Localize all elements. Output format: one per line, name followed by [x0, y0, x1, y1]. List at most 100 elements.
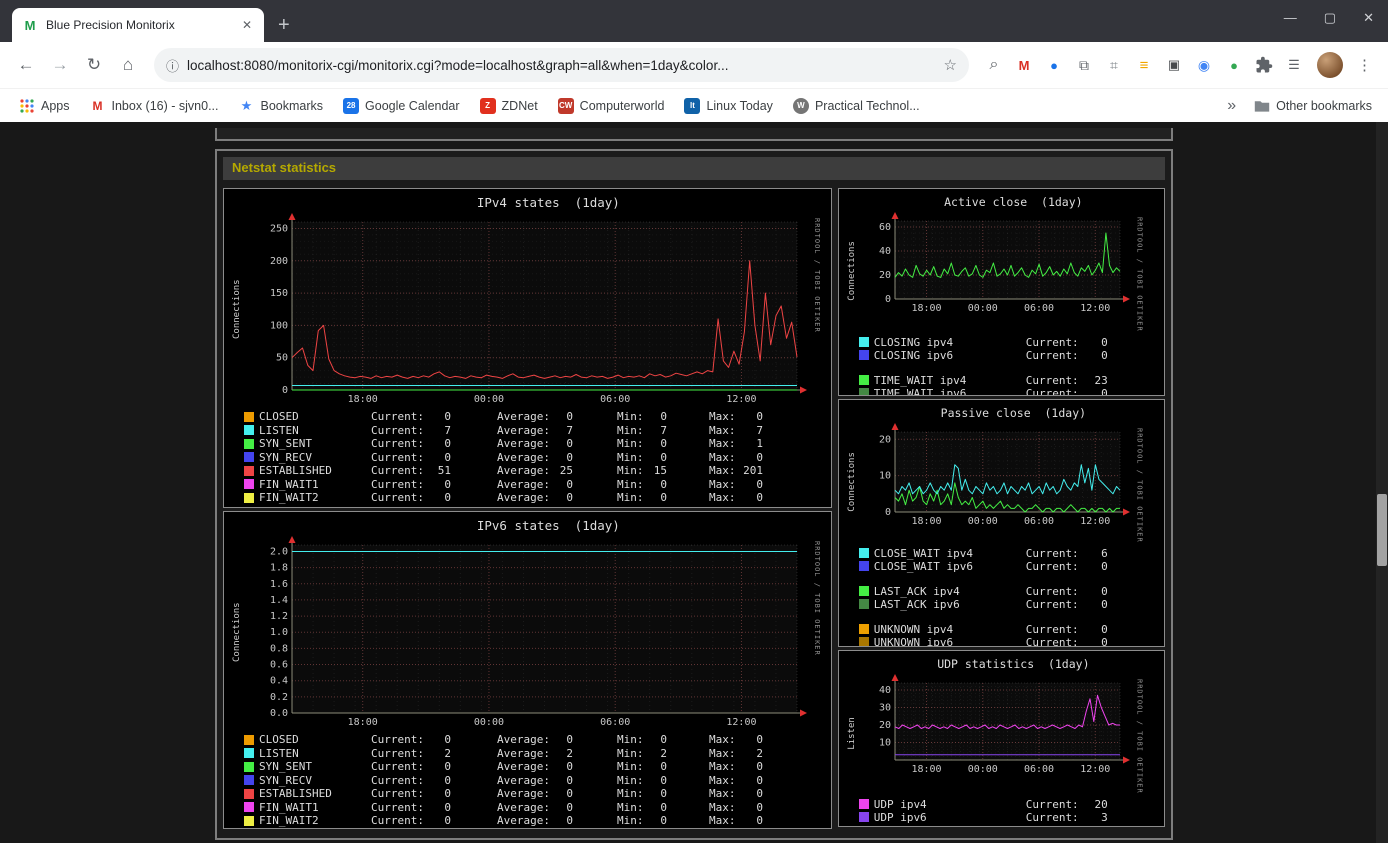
reload-button[interactable]: ↻: [78, 49, 110, 81]
bookmark-computerworld[interactable]: CW Computerworld: [549, 95, 674, 117]
legend-swatch: [858, 561, 869, 572]
legend-swatch: [244, 788, 254, 799]
bookmark-zdnet[interactable]: Z ZDNet: [471, 95, 547, 117]
svg-text:00:00: 00:00: [474, 394, 504, 405]
legend-stat-label: Max:: [709, 410, 736, 424]
svg-text:40: 40: [879, 685, 891, 696]
profile-avatar[interactable]: [1317, 52, 1343, 78]
graph-legend: CLOSED Current: 0 Average: 0 Min: 0 Max: 0 LISTEN…: [244, 733, 831, 828]
legend-stat-label: Min:: [617, 746, 644, 760]
svg-text:40: 40: [879, 246, 891, 257]
copy-icon[interactable]: ⧉: [1073, 54, 1095, 76]
svg-text:0.8: 0.8: [270, 643, 288, 654]
legend-stat-label: Max:: [709, 733, 736, 747]
legend-row-fin-wait1: FIN_WAIT1 Current: 0 Average: 0 Min: 0 Max: 0: [244, 801, 831, 815]
screenshot-icon[interactable]: ▣: [1163, 54, 1185, 76]
close-window-button[interactable]: ✕: [1363, 10, 1374, 26]
section-title: Netstat statistics: [223, 157, 1165, 180]
graph-legend: CLOSED Current: 0 Average: 0 Min: 0 Max: 0 LISTEN…: [244, 410, 831, 505]
legend-stat-value: 0: [444, 477, 451, 491]
legend-swatch: [244, 452, 254, 463]
graph-ipv6-states[interactable]: IPv6 states (1day) Connections 18:00 00:00 0…: [223, 511, 832, 829]
bookmark-label: ZDNet: [501, 98, 538, 113]
legend-stat-value: 0: [566, 814, 573, 828]
browser-toolbar: ← → ↻ ⌂ ⓘ localhost:8080/monitorix-cgi/m…: [0, 42, 1388, 88]
graph-active-close[interactable]: Active close (1day) Connections 18:00 00:00…: [837, 188, 1165, 396]
legend-swatch: [858, 799, 869, 810]
zdnet-icon: Z: [479, 97, 496, 114]
bookmark-gmail[interactable]: M Inbox (16) - sjvn0...: [81, 95, 228, 117]
browser-menu-icon[interactable]: ⋮: [1351, 56, 1378, 74]
svg-text:12:00: 12:00: [1080, 303, 1110, 314]
grid-icon[interactable]: ⌗: [1103, 54, 1125, 76]
legend-series-name: SYN_SENT: [259, 760, 312, 774]
legend-stat-label: Current:: [371, 491, 424, 505]
legend-row-unknown-ipv6: UNKNOWN ipv6 Current: 0: [858, 635, 1164, 647]
y-axis-label: Listen: [846, 717, 857, 750]
svg-text:100: 100: [270, 320, 288, 331]
legend-stat-label: Current:: [1025, 635, 1079, 647]
bookmark-linux-today[interactable]: lt Linux Today: [675, 95, 782, 117]
legend-stat-value: 0: [660, 800, 667, 814]
bookmarks-overflow-icon[interactable]: »: [1215, 97, 1248, 115]
other-bookmarks-button[interactable]: Other bookmarks: [1248, 98, 1378, 114]
minimize-button[interactable]: —: [1284, 10, 1297, 26]
legend-stat-label: Current:: [371, 410, 424, 424]
rrdtool-watermark: RRDTOOL / TOBI OETIKER: [813, 541, 821, 656]
legend-stat-label: Average:: [497, 773, 550, 787]
graph-passive-close[interactable]: Passive close (1day) Connections 18:00 00:0…: [837, 399, 1165, 647]
legend-stat-value: 0: [1101, 635, 1108, 647]
home-button[interactable]: ⌂: [112, 49, 144, 81]
svg-text:30: 30: [879, 703, 891, 714]
legend-row-close-wait-ipv6: CLOSE_WAIT ipv6 Current: 0: [858, 560, 1164, 573]
blue-dot-icon[interactable]: ●: [1043, 54, 1065, 76]
scrollbar-track[interactable]: [1376, 122, 1388, 843]
browser-tab[interactable]: M Blue Precision Monitorix ✕: [12, 8, 264, 42]
legend-stat-label: Current:: [371, 450, 424, 464]
legend-stat-value: 0: [444, 450, 451, 464]
stack-icon[interactable]: ≡: [1133, 54, 1155, 76]
svg-text:0.6: 0.6: [270, 660, 288, 671]
new-tab-button[interactable]: +: [264, 8, 304, 42]
svg-text:12:00: 12:00: [1080, 516, 1110, 527]
gmail-icon[interactable]: M: [1013, 54, 1035, 76]
legend-stat-value: 201: [743, 464, 763, 478]
legend-stat-value: 0: [756, 450, 763, 464]
extensions-icon[interactable]: [1253, 54, 1275, 76]
graph-ipv4-states[interactable]: IPv4 states (1day) Connections 18:00 00:00 0…: [223, 188, 832, 508]
legend-stat-label: Max:: [709, 787, 736, 801]
bookmark-star-icon[interactable]: ☆: [944, 56, 957, 74]
bookmark-bookmarks-star[interactable]: ★ Bookmarks: [230, 95, 333, 117]
scrollbar-thumb[interactable]: [1377, 494, 1387, 566]
legend-stat-value: 0: [756, 410, 763, 424]
green-dot-icon[interactable]: ●: [1223, 54, 1245, 76]
legend-swatch: [858, 586, 869, 597]
camera-icon[interactable]: ◉: [1193, 54, 1215, 76]
back-button[interactable]: ←: [10, 49, 42, 81]
legend-stat-value: 0: [566, 773, 573, 787]
legend-swatch: [858, 812, 869, 823]
legend-stat-value: 0: [444, 760, 451, 774]
reading-list-icon[interactable]: ☰: [1283, 54, 1305, 76]
page-info-icon[interactable]: ⓘ: [166, 56, 179, 75]
tab-close-icon[interactable]: ✕: [240, 18, 254, 32]
svg-text:20: 20: [879, 270, 891, 281]
legend-row-udp-ipv6: UDP ipv6 Current: 3: [858, 811, 1164, 824]
bookmark-apps-grid[interactable]: Apps: [10, 95, 79, 117]
forward-button[interactable]: →: [44, 49, 76, 81]
search-icon[interactable]: ⌕: [983, 54, 1005, 76]
legend-stat-value: 20: [1094, 797, 1108, 811]
legend-stat-label: Current:: [371, 800, 424, 814]
address-bar[interactable]: ⓘ localhost:8080/monitorix-cgi/monitorix…: [154, 48, 969, 82]
maximize-button[interactable]: ▢: [1324, 10, 1336, 26]
bookmark-google-calendar[interactable]: 28 Google Calendar: [334, 95, 469, 117]
graph-udp-statistics[interactable]: UDP statistics (1day) Listen 18:00 00:00 06:…: [837, 650, 1165, 827]
legend-series-name: FIN_WAIT2: [259, 814, 319, 828]
legend-series-name: ESTABLISHED: [259, 464, 332, 478]
legend-swatch: [244, 775, 254, 786]
legend-stat-value: 0: [756, 491, 763, 505]
legend-row-fin-wait2: FIN_WAIT2 Current: 0 Average: 0 Min: 0 Max: 0: [244, 814, 831, 828]
bookmark-wordpress[interactable]: W Practical Technol...: [784, 95, 929, 117]
svg-text:00:00: 00:00: [967, 764, 997, 775]
legend-stat-label: Average:: [497, 787, 550, 801]
